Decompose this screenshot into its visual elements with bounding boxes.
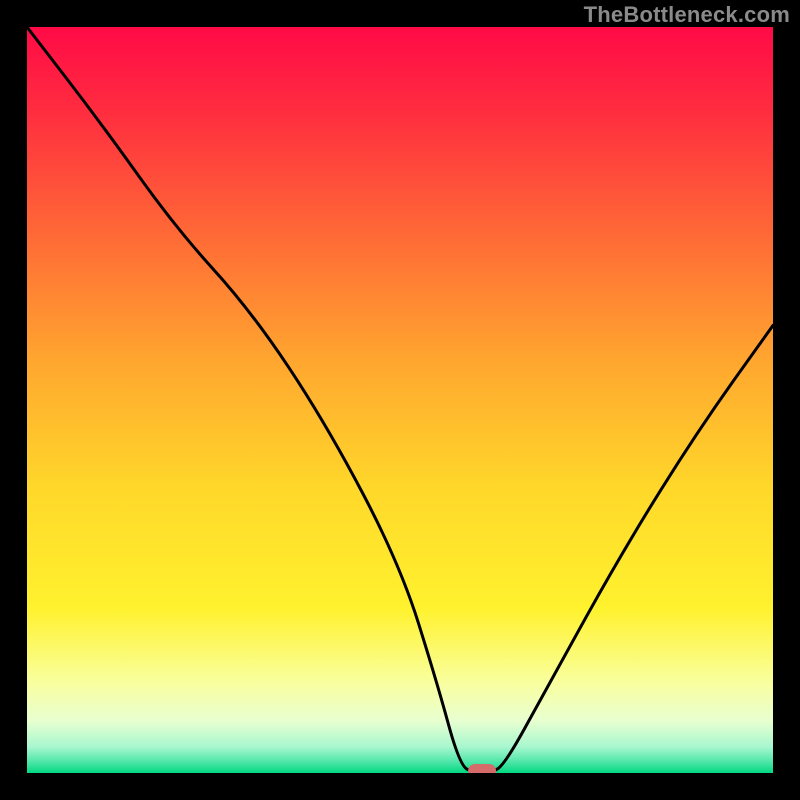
plot-area: [27, 27, 773, 773]
plot-svg: [27, 27, 773, 773]
chart-frame: TheBottleneck.com: [0, 0, 800, 800]
gradient-background: [27, 27, 773, 773]
watermark-text: TheBottleneck.com: [584, 2, 790, 28]
optimal-point-marker: [468, 764, 496, 773]
